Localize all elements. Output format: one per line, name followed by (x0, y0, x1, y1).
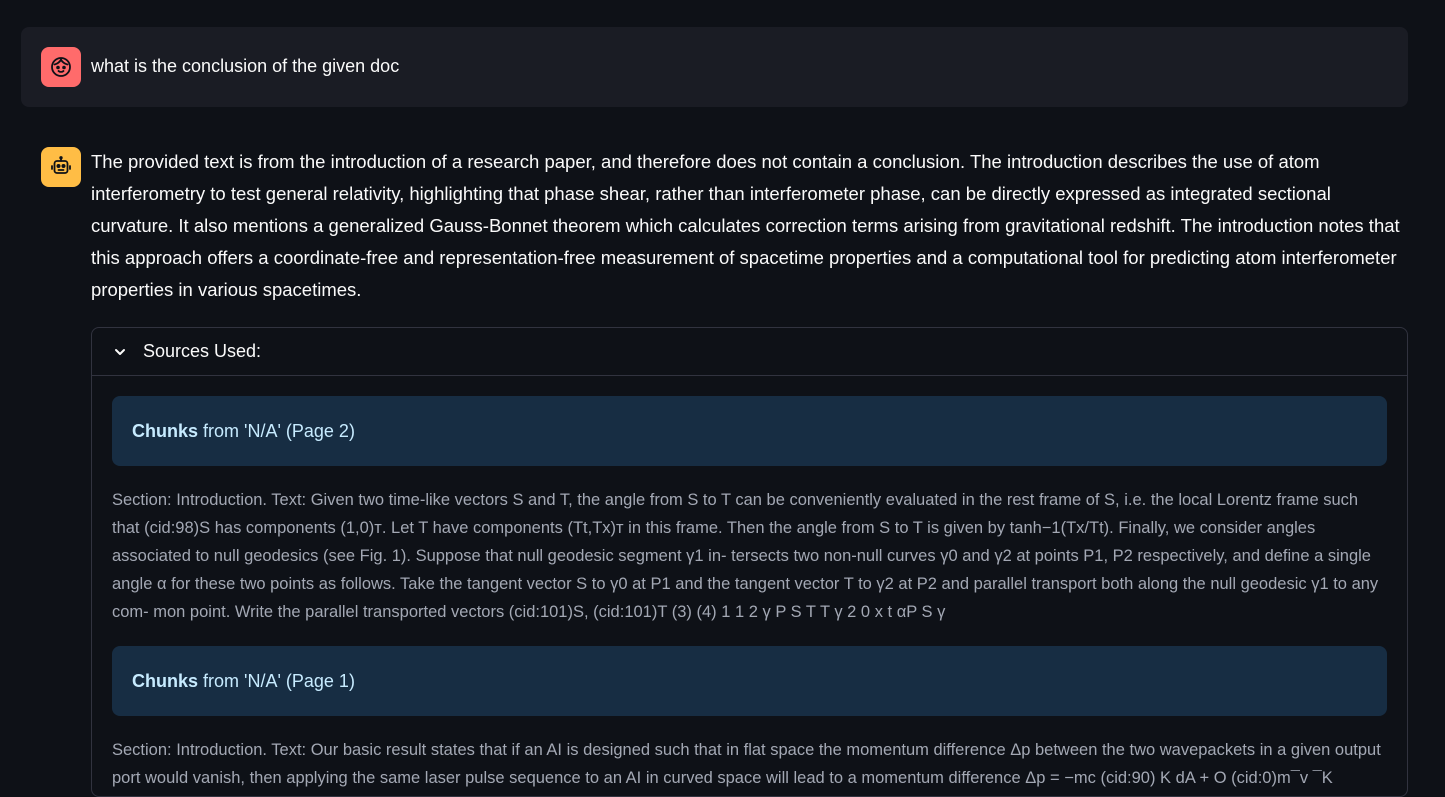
user-message-text: what is the conclusion of the given doc (91, 56, 400, 76)
sources-expander-header[interactable]: Sources Used: (92, 328, 1407, 376)
user-avatar (41, 47, 81, 87)
chunk-header: Chunks from 'N/A' (Page 1) (112, 646, 1387, 716)
chunk-text: Section: Introduction. Text: Our basic r… (112, 741, 1381, 787)
robot-icon (51, 156, 71, 174)
sources-expander: Sources Used: Chunks from 'N/A' (Page 2)… (91, 327, 1408, 797)
chunk-header-label: Chunks (132, 420, 199, 441)
user-message: what is the conclusion of the given doc (21, 27, 1408, 107)
assistant-avatar (41, 147, 81, 187)
assistant-message-text: The provided text is from the introducti… (91, 151, 1400, 300)
chunk-header: Chunks from 'N/A' (Page 2) (112, 396, 1387, 466)
sources-list: Chunks from 'N/A' (Page 2) Section: Intr… (92, 376, 1407, 796)
sources-expander-title: Sources Used: (143, 341, 262, 361)
chunk-header-label: Chunks (132, 670, 199, 691)
chunk-header-source: from 'N/A' (Page 1) (203, 670, 355, 691)
chunk-header-source: from 'N/A' (Page 2) (203, 420, 355, 441)
chunk-text: Section: Introduction. Text: Given two t… (112, 491, 1379, 621)
chevron-down-icon (111, 343, 129, 361)
face-icon (51, 57, 71, 77)
